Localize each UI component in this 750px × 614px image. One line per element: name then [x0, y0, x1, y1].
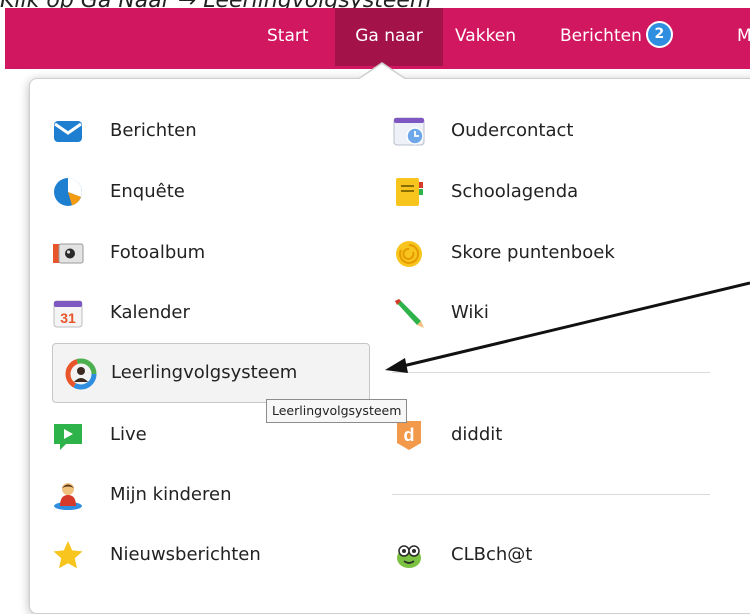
annotation-arrow [385, 281, 750, 373]
